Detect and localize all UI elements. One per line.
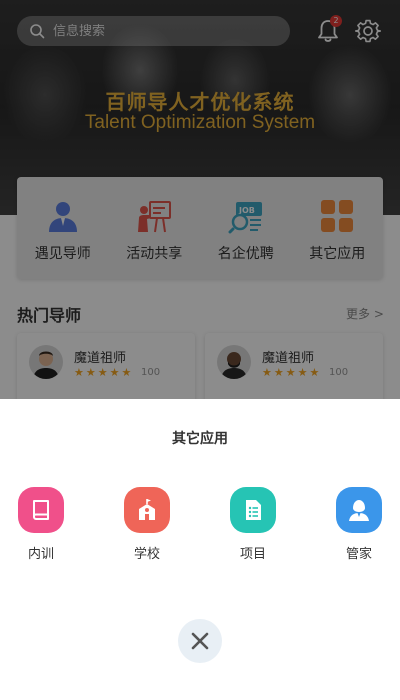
app-label: 内训 xyxy=(27,547,54,562)
app-item-project[interactable]: 项目 xyxy=(223,487,283,562)
app-item-training[interactable]: 内训 xyxy=(11,487,71,562)
close-icon xyxy=(191,632,209,650)
app-icon-bg xyxy=(230,487,276,533)
app-label: 管家 xyxy=(345,547,372,562)
close-button[interactable] xyxy=(178,619,222,663)
sheet-title: 其它应用 xyxy=(172,431,228,447)
book-icon xyxy=(33,500,49,520)
butler-icon xyxy=(349,500,369,521)
school-icon xyxy=(139,499,155,520)
app-label: 项目 xyxy=(239,547,266,562)
app-label: 学校 xyxy=(133,547,160,562)
app-icon-bg xyxy=(124,487,170,533)
app-item-school[interactable]: 学校 xyxy=(117,487,177,562)
app-icon-bg xyxy=(336,487,382,533)
app-item-butler[interactable]: 管家 xyxy=(329,487,389,562)
document-icon xyxy=(246,500,261,520)
app-icon-bg xyxy=(18,487,64,533)
modal-backdrop[interactable] xyxy=(0,0,400,399)
